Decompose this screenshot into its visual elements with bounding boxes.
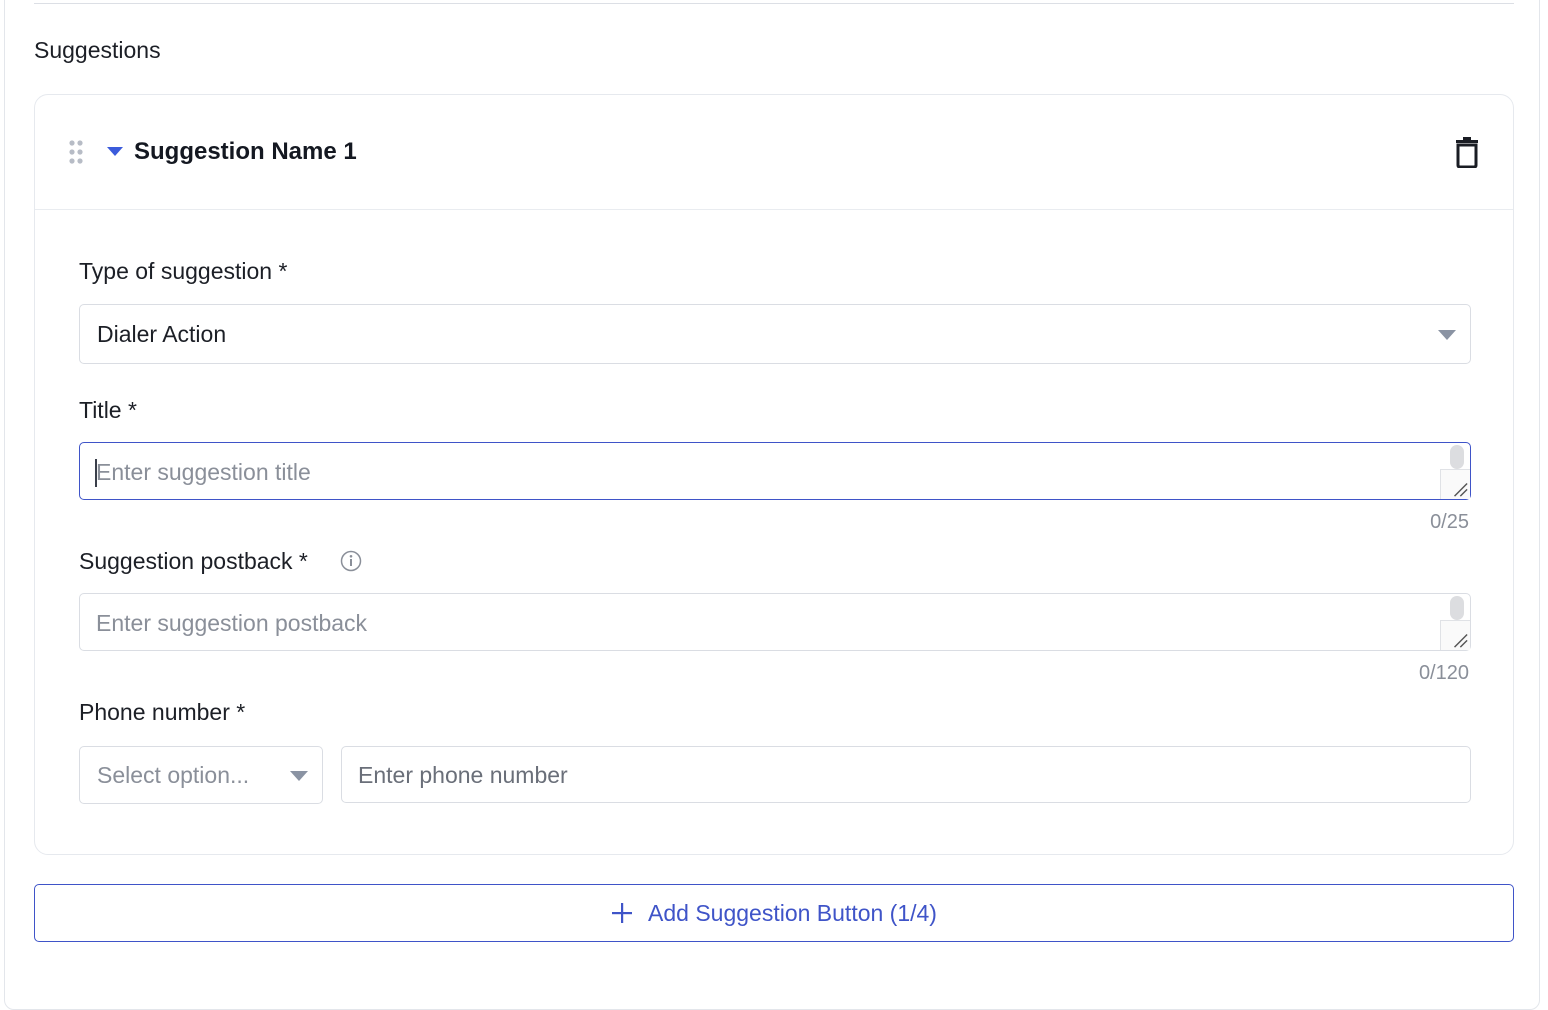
plus-icon [612,903,632,923]
type-of-suggestion-value: Dialer Action [97,321,227,347]
phone-number-input[interactable]: Enter phone number [341,746,1471,803]
resize-handle-icon[interactable] [1440,620,1470,650]
scrollbar-thumb[interactable] [1450,596,1464,620]
type-of-suggestion-select[interactable]: Dialer Action [79,304,1471,364]
postback-char-counter: 0/120 [1418,662,1469,684]
postback-input[interactable]: Enter suggestion postback [79,593,1471,651]
postback-placeholder: Enter suggestion postback [96,610,368,636]
country-code-placeholder: Select option... [97,762,250,788]
scrollbar-thumb[interactable] [1450,445,1464,469]
info-icon[interactable] [340,550,362,572]
chevron-down-icon [1438,330,1456,340]
postback-label: Suggestion postback * [79,548,308,574]
suggestion-card-header[interactable]: Suggestion Name 1 [35,95,1513,210]
divider [34,3,1514,4]
suggestion-name: Suggestion Name 1 [134,138,357,165]
suggestion-card: Suggestion Name 1 Type of suggestion * D… [34,94,1514,855]
resize-handle-icon[interactable] [1440,469,1470,499]
section-title: Suggestions [34,37,161,63]
drag-handle-icon[interactable] [67,139,85,165]
title-placeholder: Enter suggestion title [96,459,311,485]
caret-down-icon[interactable] [107,147,123,157]
title-char-counter: 0/25 [1430,511,1469,533]
title-input[interactable]: Enter suggestion title [79,442,1471,500]
title-label: Title * [79,397,137,423]
add-suggestion-button[interactable]: Add Suggestion Button (1/4) [34,884,1514,942]
phone-number-placeholder: Enter phone number [358,762,568,788]
phone-number-label: Phone number * [79,699,246,725]
type-of-suggestion-label: Type of suggestion * [79,258,288,284]
add-suggestion-label: Add Suggestion Button (1/4) [648,899,937,926]
chevron-down-icon [290,771,308,781]
trash-icon[interactable] [1453,136,1481,168]
country-code-select[interactable]: Select option... [79,746,323,804]
